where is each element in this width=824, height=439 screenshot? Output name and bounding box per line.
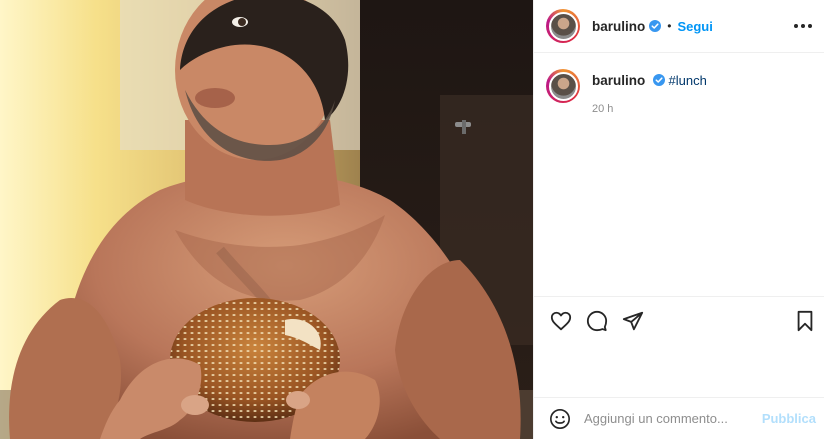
post-time[interactable]: 20 h <box>592 101 707 118</box>
caption-avatar[interactable] <box>546 69 580 103</box>
comment-box: Pubblica <box>534 397 824 439</box>
publish-button[interactable]: Pubblica <box>762 411 816 426</box>
caption-username[interactable]: barulino <box>592 73 645 88</box>
post-photo[interactable] <box>0 0 533 439</box>
caption-avatar-image <box>548 71 578 101</box>
bookmark-icon[interactable] <box>792 308 818 334</box>
follow-button[interactable]: Segui <box>677 19 712 34</box>
verified-badge-icon <box>649 20 662 32</box>
comment-input[interactable] <box>584 411 762 426</box>
verified-badge-icon <box>652 74 665 86</box>
heart-icon[interactable] <box>548 308 574 334</box>
comment-bubble-icon[interactable] <box>584 308 610 334</box>
post-header: barulino • Segui <box>534 0 824 53</box>
avatar[interactable] <box>546 9 580 43</box>
photo-illustration <box>0 0 533 439</box>
caption-row: barulino #lunch 20 h <box>546 69 812 118</box>
hashtag-link[interactable]: #lunch <box>669 73 707 88</box>
likes-spacer <box>534 345 824 397</box>
caption-area: barulino #lunch 20 h <box>534 53 824 296</box>
post-sidebar: barulino • Segui barulino #lunch 20 h Ag… <box>533 0 824 439</box>
separator-dot: • <box>667 19 672 33</box>
action-bar <box>534 296 824 345</box>
username-link[interactable]: barulino <box>592 19 645 34</box>
more-options-icon[interactable] <box>792 18 814 34</box>
instagram-post: barulino • Segui barulino #lunch 20 h Ag… <box>0 0 824 439</box>
paper-plane-icon[interactable] <box>620 308 646 334</box>
emoji-smile-icon[interactable] <box>548 407 572 431</box>
caption: barulino #lunch 20 h <box>592 72 707 118</box>
avatar-image <box>548 11 578 41</box>
